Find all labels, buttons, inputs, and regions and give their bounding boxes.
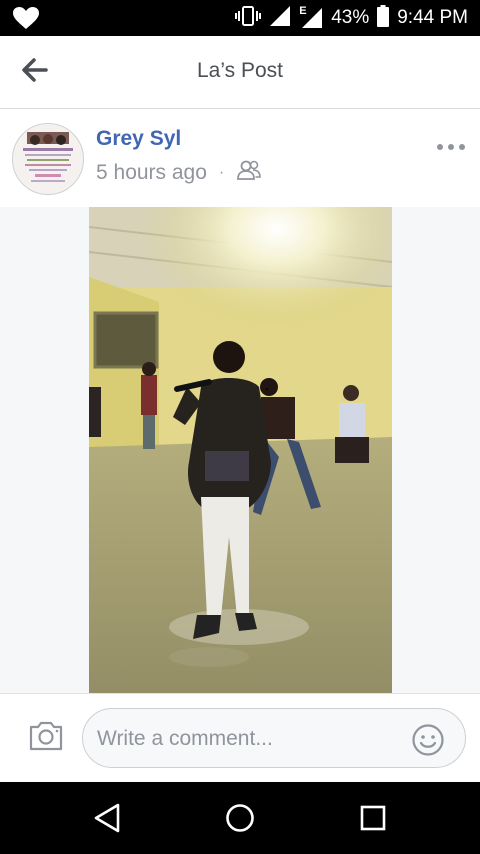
friends-icon <box>236 160 262 186</box>
smiley-icon[interactable] <box>411 723 445 762</box>
battery-percent: 43% <box>331 7 370 28</box>
post-media <box>0 207 480 693</box>
triangle-back-icon[interactable] <box>92 802 122 839</box>
camera-icon[interactable] <box>28 720 64 757</box>
video-player[interactable] <box>89 207 392 693</box>
battery-icon <box>377 4 390 32</box>
status-bar: E 43% 9:44 PM <box>0 0 480 36</box>
post-header: Grey Syl 5 hours ago · <box>0 109 480 207</box>
clock: 9:44 PM <box>397 7 468 28</box>
status-indicators: E 43% 9:44 PM <box>235 0 468 36</box>
separator: · <box>218 164 225 181</box>
avatar[interactable] <box>12 123 84 195</box>
heart-icon <box>12 6 40 35</box>
network-type-signal-icon: E <box>299 5 323 29</box>
page-title: La’s Post <box>197 59 283 82</box>
timestamp[interactable]: 5 hours ago <box>96 161 207 185</box>
network-type-label: E <box>299 5 307 17</box>
square-recents-icon[interactable] <box>358 802 388 839</box>
comment-placeholder: Write a comment... <box>97 727 273 750</box>
system-nav-bar <box>0 782 480 854</box>
comment-bar: Write a comment... <box>0 693 480 783</box>
more-icon[interactable] <box>436 139 466 157</box>
author-name[interactable]: Grey Syl <box>96 127 181 151</box>
app-header: La’s Post <box>0 36 480 109</box>
vibrate-icon <box>235 5 262 32</box>
comment-input[interactable]: Write a comment... <box>82 708 466 768</box>
signal-icon <box>269 5 291 32</box>
circle-home-icon[interactable] <box>224 802 256 839</box>
post-meta: 5 hours ago · <box>96 160 262 186</box>
